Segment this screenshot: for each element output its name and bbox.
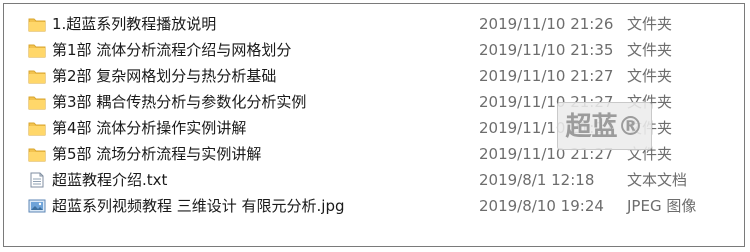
file-date: 2019/8/10 19:24: [479, 197, 604, 215]
file-name: 第4部 流体分析操作实例讲解: [52, 119, 247, 137]
folder-icon: [28, 94, 46, 110]
file-type: 文件夹: [627, 41, 673, 59]
file-row-0[interactable]: 1.超蓝系列教程播放说明 2019/11/10 21:26 文件夹: [4, 11, 744, 37]
file-row-7[interactable]: 超蓝系列视频教程 三维设计 有限元分析.jpg 2019/8/10 19:24 …: [4, 193, 744, 219]
text-file-icon: [28, 172, 46, 188]
watermark: 超蓝®: [557, 102, 652, 150]
file-name: 第2部 复杂网格划分与热分析基础: [52, 67, 277, 85]
file-row-2[interactable]: 第2部 复杂网格划分与热分析基础 2019/11/10 21:27 文件夹: [4, 63, 744, 89]
file-date: 2019/11/10 21:27: [479, 67, 614, 85]
file-date: 2019/8/1 12:18: [479, 171, 595, 189]
file-name: 1.超蓝系列教程播放说明: [52, 15, 217, 33]
file-name: 第5部 流场分析流程与实例讲解: [52, 145, 262, 163]
file-name: 超蓝教程介绍.txt: [52, 171, 168, 189]
folder-icon: [28, 42, 46, 58]
file-name: 第3部 耦合传热分析与参数化分析实例: [52, 93, 307, 111]
file-date: 2019/11/10 21:26: [479, 15, 614, 33]
file-name: 第1部 流体分析流程介绍与网格划分: [52, 41, 292, 59]
folder-icon: [28, 120, 46, 136]
folder-icon: [28, 146, 46, 162]
file-row-6[interactable]: 超蓝教程介绍.txt 2019/8/1 12:18 文本文档: [4, 167, 744, 193]
file-type: 文件夹: [627, 67, 673, 85]
folder-icon: [28, 16, 46, 32]
file-type: 文件夹: [627, 15, 673, 33]
folder-icon: [28, 68, 46, 84]
file-type: JPEG 图像: [627, 197, 697, 215]
image-file-icon: [28, 198, 46, 214]
file-date: 2019/11/10 21:35: [479, 41, 614, 59]
file-name: 超蓝系列视频教程 三维设计 有限元分析.jpg: [52, 197, 345, 215]
file-type: 文本文档: [627, 171, 688, 189]
file-row-1[interactable]: 第1部 流体分析流程介绍与网格划分 2019/11/10 21:35 文件夹: [4, 37, 744, 63]
